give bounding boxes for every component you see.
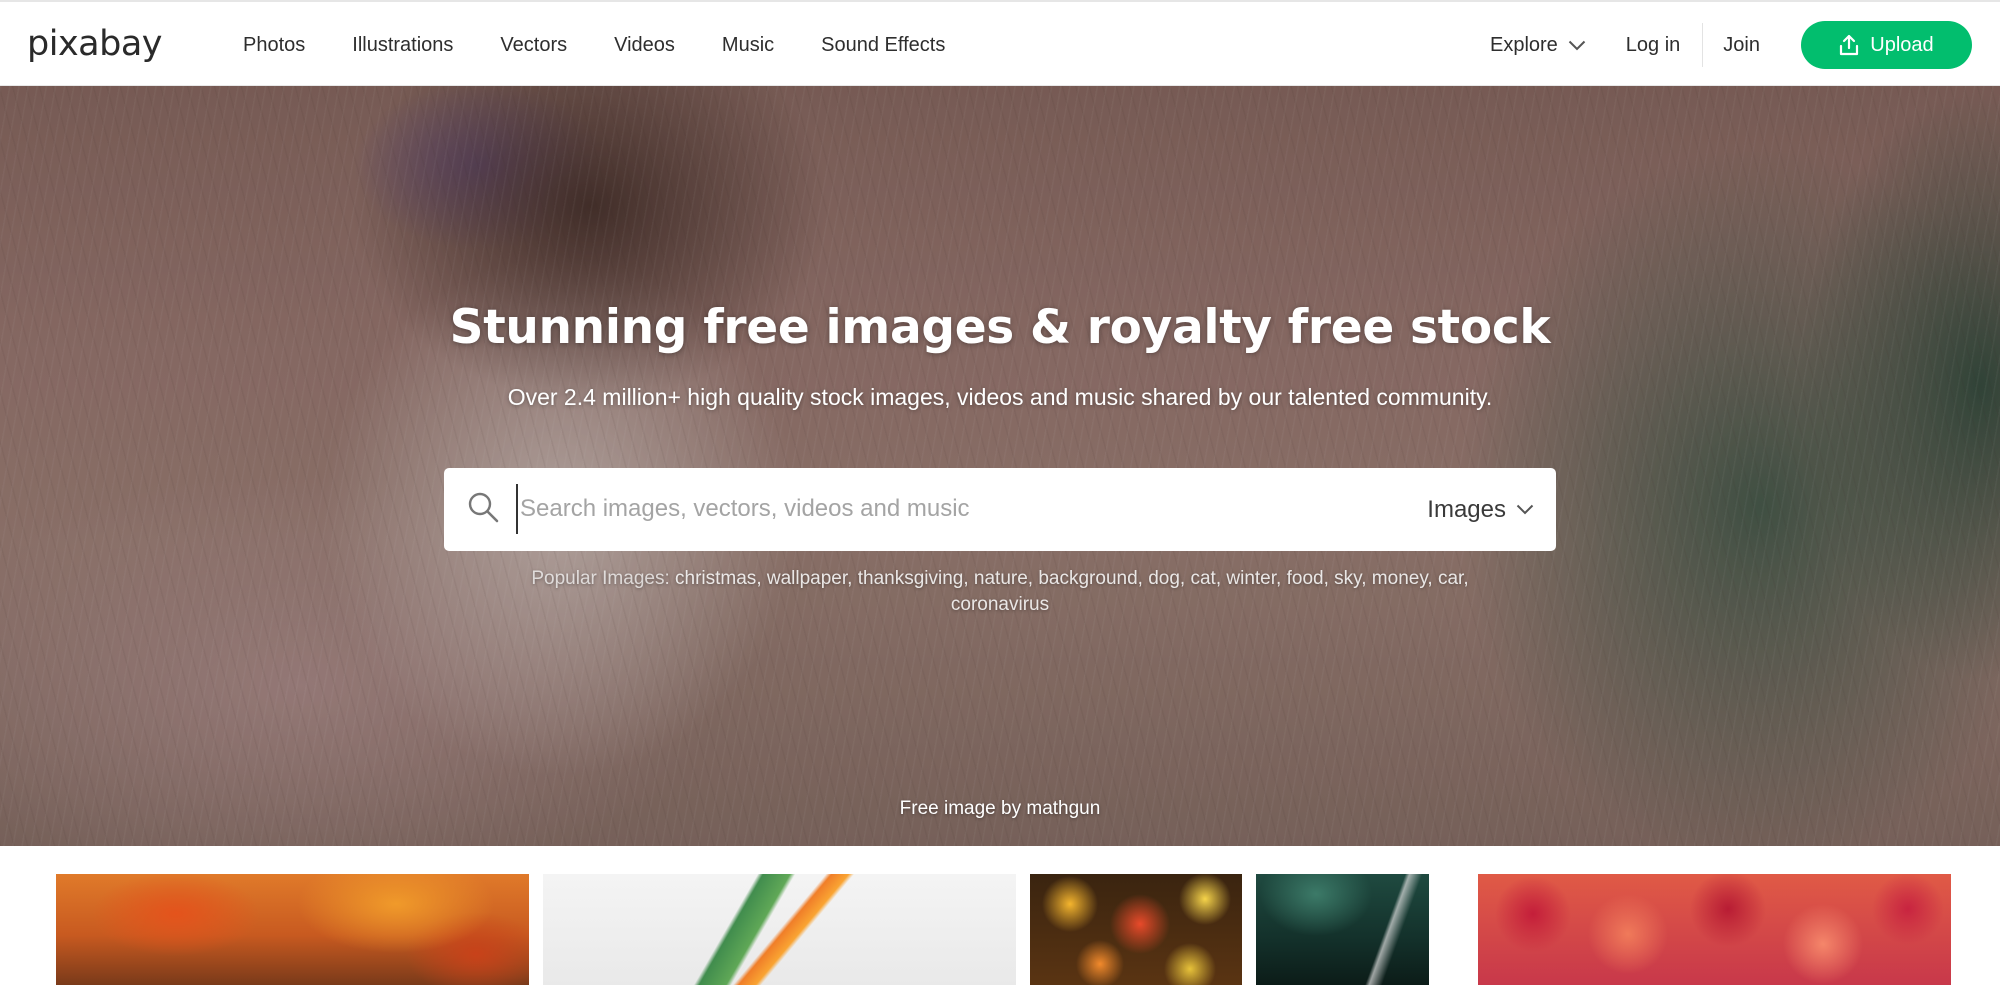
- popular-tag[interactable]: coronavirus: [951, 594, 1049, 615]
- popular-tag[interactable]: background: [1038, 568, 1137, 589]
- search-input[interactable]: [516, 484, 1336, 534]
- upload-button[interactable]: Upload: [1801, 21, 1972, 69]
- nav-link-videos[interactable]: Videos: [614, 2, 675, 88]
- popular-tag[interactable]: cat: [1190, 568, 1215, 589]
- gallery-image-lanterns[interactable]: [1030, 874, 1242, 985]
- top-navigation: pixabay Photos Illustrations Vectors Vid…: [0, 0, 2000, 86]
- login-link[interactable]: Log in: [1626, 34, 1681, 57]
- chevron-down-icon: [1568, 40, 1586, 50]
- popular-tag[interactable]: sky: [1334, 568, 1361, 589]
- search-icon[interactable]: [466, 490, 500, 524]
- chevron-down-icon: [1516, 504, 1534, 515]
- popular-tag[interactable]: money: [1372, 568, 1428, 589]
- nav-link-sound-effects[interactable]: Sound Effects: [821, 2, 945, 88]
- explore-label: Explore: [1489, 33, 1558, 56]
- popular-searches: Popular Images: christmas, wallpaper, th…: [531, 568, 1469, 615]
- upload-label: Upload: [1870, 33, 1934, 56]
- popular-tag[interactable]: dog: [1148, 568, 1180, 589]
- image-credit[interactable]: Free image by mathgun: [0, 798, 2000, 820]
- hero-section: Stunning free images & royalty free stoc…: [0, 86, 2000, 846]
- popular-tag[interactable]: wallpaper: [767, 568, 847, 589]
- join-link[interactable]: Join: [1723, 34, 1760, 57]
- hero-subtitle: Over 2.4 million+ high quality stock ima…: [507, 384, 1493, 410]
- gallery-image-dark-scene[interactable]: [1256, 874, 1429, 985]
- search-type-select[interactable]: Images: [1427, 468, 1534, 551]
- popular-tag[interactable]: food: [1287, 568, 1324, 589]
- popular-tag[interactable]: car: [1438, 568, 1463, 589]
- nav-link-photos[interactable]: Photos: [243, 2, 305, 88]
- gallery-image-autumn-trees[interactable]: [56, 874, 529, 985]
- popular-tag[interactable]: christmas: [675, 568, 756, 589]
- popular-tag[interactable]: thanksgiving: [858, 568, 964, 589]
- hero-overlay: [0, 86, 2000, 846]
- hero-title: Stunning free images & royalty free stoc…: [449, 300, 1551, 355]
- nav-link-illustrations[interactable]: Illustrations: [352, 2, 453, 88]
- upload-icon: [1840, 34, 1859, 56]
- image-gallery: [0, 846, 2000, 985]
- nav-link-music[interactable]: Music: [722, 2, 774, 88]
- search-bar: Images: [444, 468, 1556, 551]
- nav-link-vectors[interactable]: Vectors: [500, 2, 567, 88]
- popular-tag[interactable]: winter: [1226, 568, 1276, 589]
- search-type-label: Images: [1427, 495, 1506, 523]
- gallery-image-pomegranates[interactable]: [1478, 874, 1951, 985]
- nav-divider: [1702, 23, 1704, 67]
- popular-label: Popular Images:: [531, 568, 670, 589]
- popular-tag[interactable]: nature: [974, 568, 1028, 589]
- nav-right-actions: Explore Log in Join Upload: [1490, 2, 1972, 88]
- main-nav-links: Photos Illustrations Vectors Videos Musi…: [243, 2, 992, 88]
- gallery-image-bird-of-paradise[interactable]: [543, 874, 1016, 985]
- pixabay-logo[interactable]: pixabay: [27, 22, 162, 66]
- explore-menu[interactable]: Explore: [1490, 34, 1586, 57]
